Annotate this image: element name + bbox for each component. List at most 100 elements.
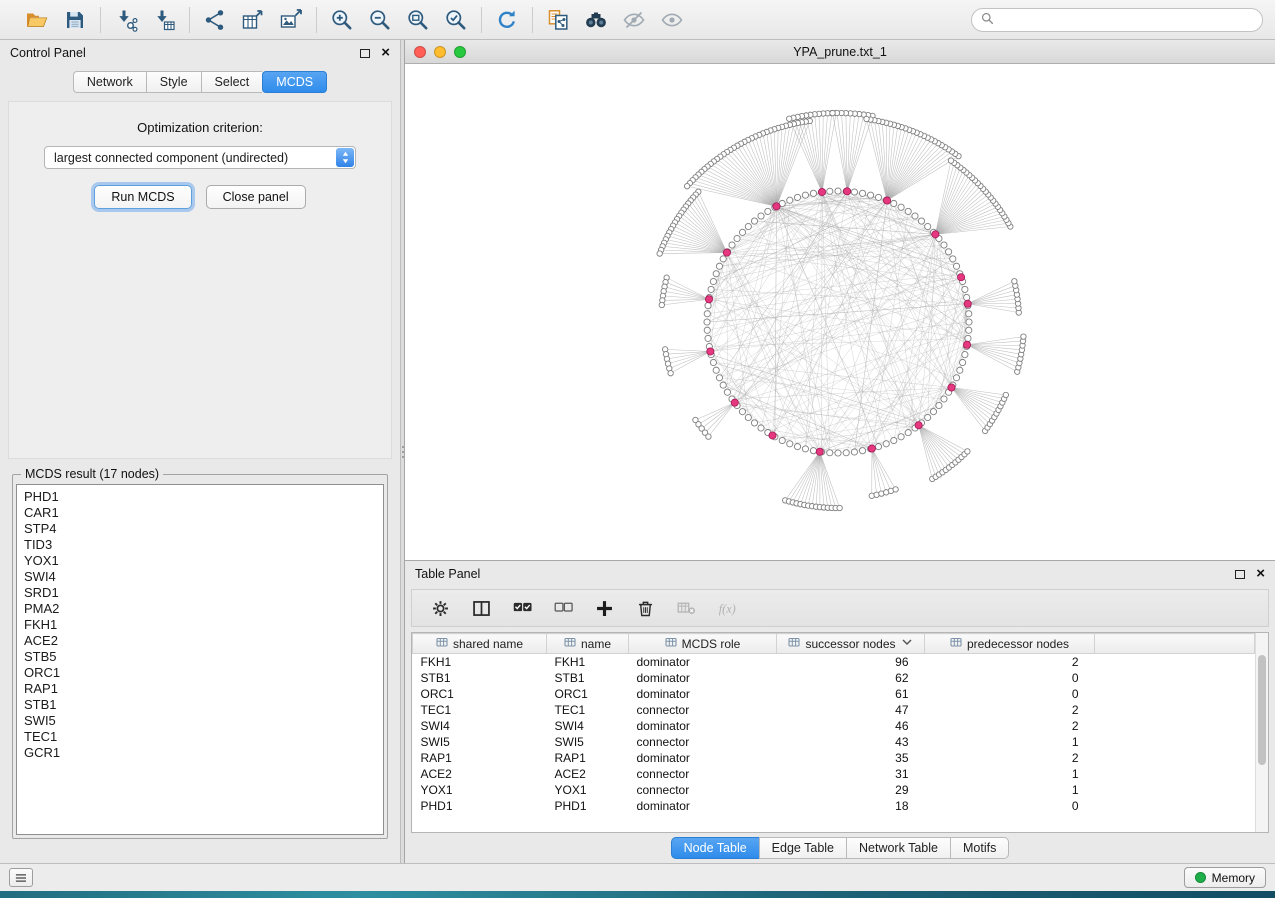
table-row[interactable]: PHD1PHD1dominator180 xyxy=(413,798,1255,814)
mcds-result-item[interactable]: ACE2 xyxy=(24,633,376,649)
tab-style[interactable]: Style xyxy=(146,71,201,93)
optimization-criterion-label: Optimization criterion: xyxy=(9,120,391,135)
column-header-mcds-role[interactable]: MCDS role xyxy=(629,634,777,654)
mcds-result-item[interactable]: SWI4 xyxy=(24,569,376,585)
deselect-all-button[interactable] xyxy=(551,596,575,620)
delete-row-button[interactable] xyxy=(633,596,657,620)
mcds-result-item[interactable]: SWI5 xyxy=(24,713,376,729)
table-row[interactable]: TEC1TEC1connector472 xyxy=(413,702,1255,718)
main-area: Control Panel × NetworkStyleSelectMCDS O… xyxy=(0,40,1275,863)
float-panel-icon[interactable] xyxy=(360,49,370,58)
run-mcds-button[interactable]: Run MCDS xyxy=(94,185,191,209)
settings-gear-icon xyxy=(430,598,451,619)
scrollbar-thumb[interactable] xyxy=(1258,655,1266,765)
table-row[interactable]: FKH1FKH1dominator962 xyxy=(413,654,1255,671)
mcds-result-item[interactable]: GCR1 xyxy=(24,745,376,761)
network-title: YPA_prune.txt_1 xyxy=(405,45,1275,59)
column-header-shared-name[interactable]: shared name xyxy=(413,634,547,654)
cell-shared-name: PHD1 xyxy=(413,798,547,814)
tab-mcds[interactable]: MCDS xyxy=(262,71,327,93)
zoom-out-button[interactable] xyxy=(365,5,395,35)
import-table-button[interactable] xyxy=(149,5,179,35)
column-header-successor-nodes[interactable]: successor nodes xyxy=(777,634,925,654)
mcds-result-item[interactable]: FKH1 xyxy=(24,617,376,633)
duplicate-network-button[interactable] xyxy=(543,5,573,35)
show-columns-button[interactable] xyxy=(469,596,493,620)
eye-slash-icon xyxy=(622,8,646,32)
table-row[interactable]: ACE2ACE2connector311 xyxy=(413,766,1255,782)
column-header-label: name xyxy=(581,637,611,651)
optimization-criterion-select[interactable]: largest connected component (undirected) xyxy=(44,146,356,169)
header-grid-icon xyxy=(564,636,576,651)
tab-select[interactable]: Select xyxy=(201,71,263,93)
close-panel-button[interactable]: Close panel xyxy=(206,185,306,209)
zoom-in-button[interactable] xyxy=(327,5,357,35)
minimize-window-button[interactable] xyxy=(434,46,446,58)
mcds-result-item[interactable]: TID3 xyxy=(24,537,376,553)
eye-button xyxy=(657,5,687,35)
tab-network-table[interactable]: Network Table xyxy=(846,837,950,859)
right-side: YPA_prune.txt_1 Table Panel × f(x) share… xyxy=(405,40,1275,863)
zoom-fit-button[interactable] xyxy=(403,5,433,35)
column-header-predecessor-nodes[interactable]: predecessor nodes xyxy=(925,634,1095,654)
select-all-button[interactable] xyxy=(510,596,534,620)
mcds-result-item[interactable]: STB5 xyxy=(24,649,376,665)
search-input[interactable] xyxy=(1000,13,1253,27)
table-scrollbar[interactable] xyxy=(1255,633,1268,832)
tab-node-table[interactable]: Node Table xyxy=(671,837,759,859)
zoom-window-button[interactable] xyxy=(454,46,466,58)
import-network-button[interactable] xyxy=(111,5,141,35)
table-row[interactable]: RAP1RAP1dominator352 xyxy=(413,750,1255,766)
close-table-panel-icon[interactable]: × xyxy=(1256,569,1265,579)
network-graph[interactable] xyxy=(405,64,1274,559)
add-row-icon xyxy=(594,598,615,619)
tab-network[interactable]: Network xyxy=(73,71,146,93)
tab-edge-table[interactable]: Edge Table xyxy=(759,837,846,859)
table-row[interactable]: STB1STB1dominator620 xyxy=(413,670,1255,686)
tab-motifs[interactable]: Motifs xyxy=(950,837,1009,859)
save-session-button[interactable] xyxy=(60,5,90,35)
mcds-result-item[interactable]: YOX1 xyxy=(24,553,376,569)
network-canvas[interactable] xyxy=(405,64,1275,560)
export-table-button[interactable] xyxy=(238,5,268,35)
column-header-filler xyxy=(1095,634,1255,654)
mcds-result-item[interactable]: PMA2 xyxy=(24,601,376,617)
mcds-result-item[interactable]: TEC1 xyxy=(24,729,376,745)
cell-filler xyxy=(1095,686,1255,702)
table-row[interactable]: SWI5SWI5connector431 xyxy=(413,734,1255,750)
status-menu-button[interactable] xyxy=(9,868,33,887)
cell-filler xyxy=(1095,750,1255,766)
zoom-selected-button[interactable] xyxy=(441,5,471,35)
toolbar-icon-groups xyxy=(12,5,697,35)
float-table-panel-icon[interactable] xyxy=(1235,570,1245,579)
header-grid-icon xyxy=(950,636,962,651)
close-panel-icon[interactable]: × xyxy=(381,48,390,58)
open-file-button[interactable] xyxy=(22,5,52,35)
mcds-result-item[interactable]: ORC1 xyxy=(24,665,376,681)
memory-button[interactable]: Memory xyxy=(1184,867,1266,888)
mcds-result-item[interactable]: CAR1 xyxy=(24,505,376,521)
table-panel-title: Table Panel xyxy=(415,567,480,581)
mcds-result-item[interactable]: STP4 xyxy=(24,521,376,537)
refresh-button[interactable] xyxy=(492,5,522,35)
export-table-icon xyxy=(241,8,265,32)
export-network-button[interactable] xyxy=(200,5,230,35)
mcds-result-item[interactable]: RAP1 xyxy=(24,681,376,697)
cell-shared-name: ORC1 xyxy=(413,686,547,702)
settings-gear-button[interactable] xyxy=(428,596,452,620)
export-image-button[interactable] xyxy=(276,5,306,35)
mcds-result-item[interactable]: PHD1 xyxy=(24,489,376,505)
close-window-button[interactable] xyxy=(414,46,426,58)
table-row[interactable]: SWI4SWI4dominator462 xyxy=(413,718,1255,734)
table-row[interactable]: YOX1YOX1connector291 xyxy=(413,782,1255,798)
search-box[interactable] xyxy=(971,8,1263,32)
column-header-name[interactable]: name xyxy=(547,634,629,654)
mcds-result-list[interactable]: PHD1CAR1STP4TID3YOX1SWI4SRD1PMA2FKH1ACE2… xyxy=(16,484,384,835)
zoom-out-icon xyxy=(368,8,392,32)
binoculars-button[interactable] xyxy=(581,5,611,35)
mcds-result-item[interactable]: STB1 xyxy=(24,697,376,713)
add-row-button[interactable] xyxy=(592,596,616,620)
column-header-label: predecessor nodes xyxy=(967,637,1069,651)
mcds-result-item[interactable]: SRD1 xyxy=(24,585,376,601)
table-row[interactable]: ORC1ORC1dominator610 xyxy=(413,686,1255,702)
